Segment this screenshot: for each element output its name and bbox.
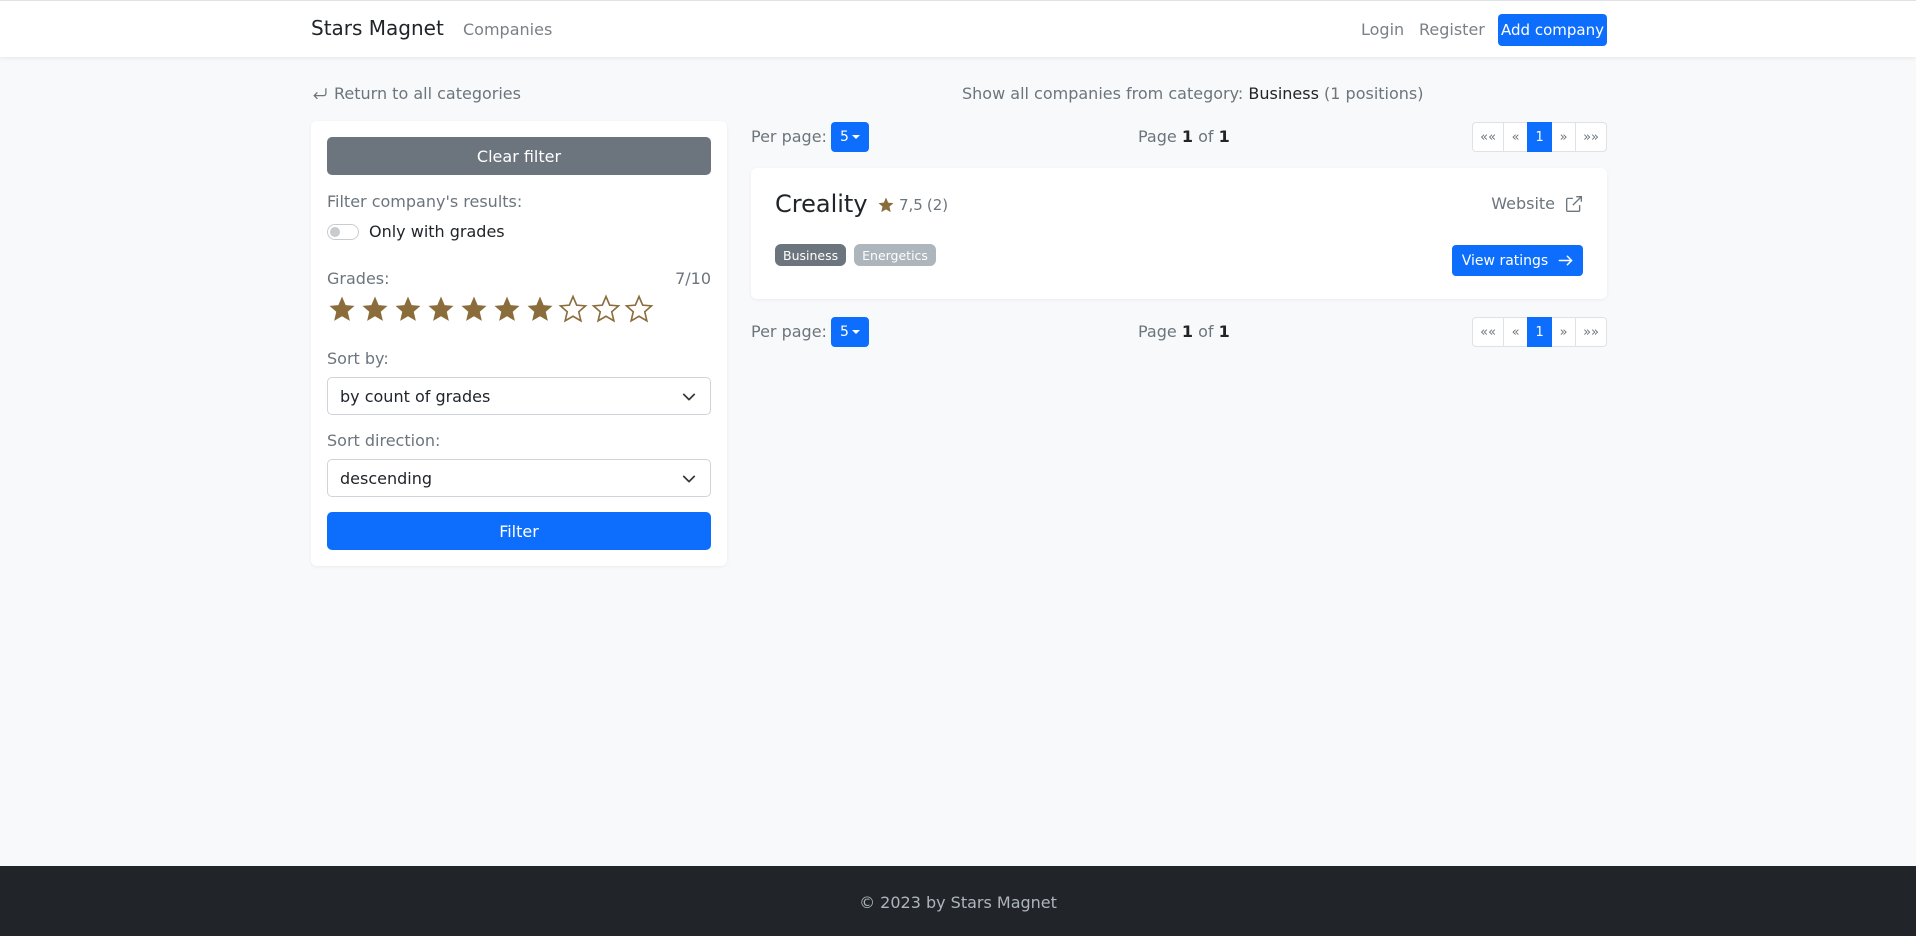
only-with-grades-label[interactable]: Only with grades [369,222,505,241]
view-ratings-label: View ratings [1461,252,1549,269]
add-company-button[interactable]: Add company [1498,14,1607,46]
per-page-value: 5 [840,129,849,145]
company-rating-value: 7,5 [899,196,923,214]
of-word: of [1198,127,1214,146]
last-page-button[interactable]: »» [1575,122,1607,152]
nav-register-link[interactable]: Register [1419,20,1485,39]
category-prefix: Show all companies from category: [962,84,1244,103]
clear-filter-button[interactable]: Clear filter [327,137,711,175]
caret-down-icon [851,330,860,334]
chevron-down-icon [682,393,696,401]
badge-energetics: Energetics [854,244,936,266]
sort-direction-select[interactable]: descending [327,459,711,497]
caret-down-icon [851,135,860,139]
star-filled-icon-4[interactable] [426,294,456,324]
arrow-right-icon [1558,255,1573,266]
star-empty-icon-8[interactable] [558,294,588,324]
star-filled-icon-7[interactable] [525,294,555,324]
page-word: Page [1138,127,1177,146]
filter-button[interactable]: Filter [327,512,711,550]
pagination-controls: «« « 1 » »» [1472,122,1607,152]
star-empty-icon-9[interactable] [591,294,621,324]
next-page-button[interactable]: » [1551,317,1577,347]
company-card: Creality 7,5 (2) Website Business Energe… [751,168,1607,299]
filter-panel: Clear filter Filter company's results: O… [311,121,727,566]
star-filled-icon-3[interactable] [393,294,423,324]
return-arrow-icon [313,88,327,100]
prev-page-button[interactable]: « [1503,122,1529,152]
company-name[interactable]: Creality [775,190,868,218]
navbar: Stars Magnet Companies Login Register Ad… [0,0,1916,57]
next-page-button[interactable]: » [1551,122,1577,152]
footer: © 2023 by Stars Magnet [0,866,1916,936]
first-page-button[interactable]: «« [1472,122,1505,152]
pagination-bottom: Per page: 5 Page 1 of 1 «« « 1 » »» [751,317,1607,347]
sort-by-value: by count of grades [340,386,491,406]
category-header: Show all companies from category: Busine… [962,84,1424,103]
view-ratings-button[interactable]: View ratings [1452,245,1583,276]
page-1-button[interactable]: 1 [1527,122,1553,152]
external-link-icon [1566,195,1582,212]
sort-by-select[interactable]: by count of grades [327,377,711,415]
filter-results-label: Filter company's results: [327,192,523,211]
only-with-grades-toggle-row: Only with grades [327,222,505,241]
page-word: Page [1138,322,1177,341]
page-1-button[interactable]: 1 [1527,317,1553,347]
grades-label: Grades: [327,269,390,288]
star-filled-icon-2[interactable] [360,294,390,324]
only-with-grades-switch[interactable] [327,223,359,240]
current-page: 1 [1181,127,1193,146]
pagination-top: Per page: 5 Page 1 of 1 «« « 1 » »» [751,122,1607,152]
per-page-dropdown[interactable]: 5 [831,122,869,152]
company-rating: 7,5 (2) [877,196,948,214]
star-filled-icon-1[interactable] [327,294,357,324]
pagination-controls: «« « 1 » »» [1472,317,1607,347]
brand-link[interactable]: Stars Magnet [311,16,444,40]
prev-page-button[interactable]: « [1503,317,1529,347]
per-page-label: Per page: [751,127,827,146]
badge-business: Business [775,244,847,266]
grades-star-rating [327,294,654,324]
per-page-dropdown[interactable]: 5 [831,317,869,347]
total-pages: 1 [1218,322,1230,341]
sort-direction-value: descending [340,468,433,488]
star-filled-icon-6[interactable] [492,294,522,324]
nav-companies-link[interactable]: Companies [463,20,552,39]
footer-copyright: © 2023 by Stars Magnet [859,893,1057,912]
star-icon [878,197,894,213]
chevron-down-icon [682,475,696,483]
website-label: Website [1491,194,1555,213]
category-count: (1 positions) [1324,84,1424,103]
page-info: Page 1 of 1 [1138,322,1230,341]
grades-value: 7/10 [675,269,711,288]
first-page-button[interactable]: «« [1472,317,1505,347]
return-to-categories-link[interactable]: Return to all categories [311,84,521,103]
company-website-link[interactable]: Website [1491,194,1583,213]
sort-by-label: Sort by: [327,349,389,368]
per-page-value: 5 [840,324,849,340]
total-pages: 1 [1218,127,1230,146]
current-page: 1 [1181,322,1193,341]
nav-login-link[interactable]: Login [1361,20,1404,39]
company-rating-count: (2) [926,196,949,214]
return-link-label: Return to all categories [334,84,521,103]
of-word: of [1198,322,1214,341]
star-empty-icon-10[interactable] [624,294,654,324]
sort-direction-label: Sort direction: [327,431,441,450]
star-filled-icon-5[interactable] [459,294,489,324]
per-page-label: Per page: [751,322,827,341]
category-name: Business [1248,84,1319,103]
last-page-button[interactable]: »» [1575,317,1607,347]
company-badges: Business Energetics [775,244,936,266]
page-info: Page 1 of 1 [1138,127,1230,146]
